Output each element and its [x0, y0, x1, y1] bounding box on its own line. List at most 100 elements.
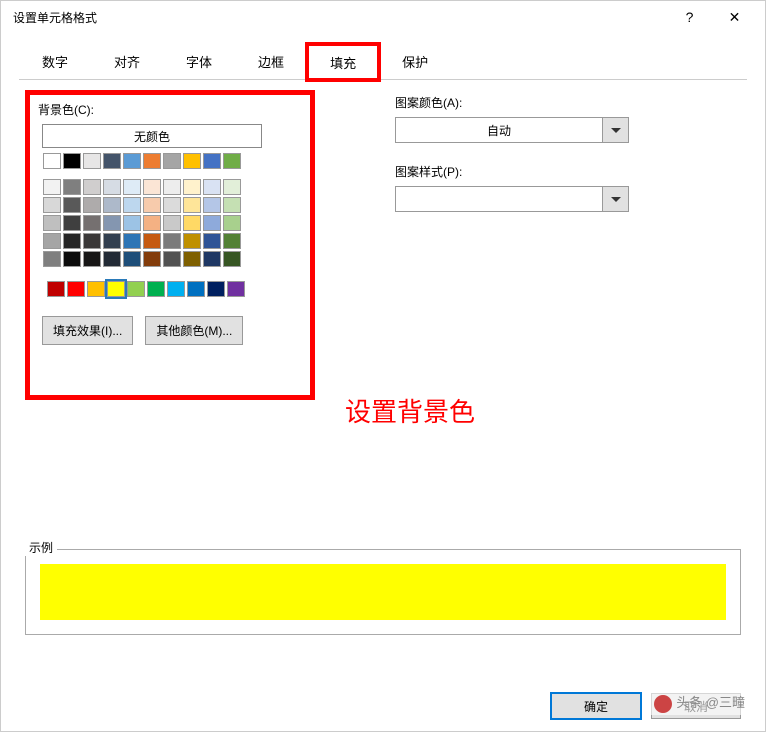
- chevron-down-icon[interactable]: [602, 118, 628, 142]
- color-swatch[interactable]: [83, 251, 101, 267]
- color-swatch[interactable]: [163, 179, 181, 195]
- pattern-color-label: 图案颜色(A):: [395, 94, 741, 111]
- color-swatch[interactable]: [103, 251, 121, 267]
- color-swatch[interactable]: [187, 281, 205, 297]
- color-swatch[interactable]: [63, 215, 81, 231]
- titlebar: 设置单元格格式 ? ✕: [1, 1, 765, 33]
- color-swatch[interactable]: [123, 179, 141, 195]
- color-swatch[interactable]: [163, 251, 181, 267]
- color-swatch[interactable]: [203, 153, 221, 169]
- fill-effects-button[interactable]: 填充效果(I)...: [42, 316, 133, 345]
- color-swatch[interactable]: [223, 215, 241, 231]
- color-swatch[interactable]: [143, 153, 161, 169]
- color-swatch[interactable]: [123, 251, 141, 267]
- color-swatch[interactable]: [63, 153, 81, 169]
- color-swatch[interactable]: [127, 281, 145, 297]
- color-swatch[interactable]: [143, 251, 161, 267]
- chevron-down-icon[interactable]: [602, 187, 628, 211]
- background-color-section: 背景色(C): 无颜色 填充效果(I)... 其他颜色(M)...: [25, 90, 315, 400]
- color-swatch[interactable]: [223, 153, 241, 169]
- color-swatch[interactable]: [147, 281, 165, 297]
- color-swatch[interactable]: [63, 197, 81, 213]
- dialog-body: 背景色(C): 无颜色 填充效果(I)... 其他颜色(M)... 图案颜色(A…: [1, 80, 765, 443]
- color-swatch[interactable]: [103, 179, 121, 195]
- color-palette: [42, 152, 302, 298]
- color-swatch[interactable]: [163, 197, 181, 213]
- color-swatch[interactable]: [63, 179, 81, 195]
- color-swatch[interactable]: [83, 197, 101, 213]
- color-swatch[interactable]: [143, 215, 161, 231]
- sample-label: 示例: [25, 539, 57, 556]
- color-swatch[interactable]: [207, 281, 225, 297]
- color-swatch[interactable]: [163, 153, 181, 169]
- color-swatch[interactable]: [67, 281, 85, 297]
- color-swatch[interactable]: [87, 281, 105, 297]
- color-swatch[interactable]: [123, 153, 141, 169]
- tab-number[interactable]: 数字: [19, 43, 91, 79]
- color-extra-buttons: 填充效果(I)... 其他颜色(M)...: [42, 316, 302, 345]
- color-swatch[interactable]: [203, 215, 221, 231]
- ok-button[interactable]: 确定: [551, 693, 641, 719]
- tab-alignment[interactable]: 对齐: [91, 43, 163, 79]
- left-panel: 背景色(C): 无颜色 填充效果(I)... 其他颜色(M)...: [25, 94, 305, 429]
- color-swatch[interactable]: [103, 197, 121, 213]
- color-swatch[interactable]: [63, 233, 81, 249]
- no-color-button[interactable]: 无颜色: [42, 124, 262, 148]
- color-swatch[interactable]: [227, 281, 245, 297]
- color-swatch[interactable]: [203, 233, 221, 249]
- color-swatch[interactable]: [123, 233, 141, 249]
- color-swatch[interactable]: [183, 179, 201, 195]
- pattern-color-combo[interactable]: 自动: [395, 117, 629, 143]
- color-swatch[interactable]: [43, 233, 61, 249]
- tab-fill[interactable]: 填充: [307, 44, 379, 80]
- color-swatch[interactable]: [43, 197, 61, 213]
- color-swatch[interactable]: [223, 197, 241, 213]
- color-swatch[interactable]: [163, 233, 181, 249]
- color-swatch[interactable]: [163, 215, 181, 231]
- color-swatch[interactable]: [167, 281, 185, 297]
- color-swatch[interactable]: [83, 153, 101, 169]
- color-swatch[interactable]: [183, 233, 201, 249]
- help-button[interactable]: ?: [667, 3, 712, 31]
- color-swatch[interactable]: [203, 251, 221, 267]
- color-swatch[interactable]: [47, 281, 65, 297]
- close-button[interactable]: ✕: [712, 3, 757, 31]
- color-swatch[interactable]: [103, 215, 121, 231]
- avatar-icon: [654, 695, 672, 713]
- color-swatch[interactable]: [143, 233, 161, 249]
- color-swatch[interactable]: [43, 251, 61, 267]
- tab-protection[interactable]: 保护: [379, 43, 451, 79]
- more-colors-button[interactable]: 其他颜色(M)...: [145, 316, 243, 345]
- color-swatch[interactable]: [43, 215, 61, 231]
- color-swatch[interactable]: [107, 281, 125, 297]
- tab-font[interactable]: 字体: [163, 43, 235, 79]
- tab-border[interactable]: 边框: [235, 43, 307, 79]
- color-swatch[interactable]: [183, 197, 201, 213]
- format-cells-dialog: 设置单元格格式 ? ✕ 数字 对齐 字体 边框 填充 保护 背景色(C): 无颜…: [0, 0, 766, 732]
- color-swatch[interactable]: [143, 179, 161, 195]
- color-swatch[interactable]: [83, 233, 101, 249]
- color-swatch[interactable]: [203, 179, 221, 195]
- sample-box: [25, 549, 741, 635]
- color-swatch[interactable]: [223, 251, 241, 267]
- color-swatch[interactable]: [143, 197, 161, 213]
- color-swatch[interactable]: [223, 233, 241, 249]
- color-swatch[interactable]: [183, 215, 201, 231]
- color-swatch[interactable]: [103, 233, 121, 249]
- color-swatch[interactable]: [43, 179, 61, 195]
- color-swatch[interactable]: [203, 197, 221, 213]
- color-swatch[interactable]: [223, 179, 241, 195]
- sample-preview: [40, 564, 726, 620]
- color-swatch[interactable]: [103, 153, 121, 169]
- pattern-style-combo[interactable]: [395, 186, 629, 212]
- color-swatch[interactable]: [183, 153, 201, 169]
- color-swatch[interactable]: [43, 153, 61, 169]
- color-swatch[interactable]: [123, 215, 141, 231]
- color-swatch[interactable]: [83, 215, 101, 231]
- color-swatch[interactable]: [63, 251, 81, 267]
- color-swatch[interactable]: [83, 179, 101, 195]
- color-swatch[interactable]: [123, 197, 141, 213]
- color-swatch[interactable]: [183, 251, 201, 267]
- watermark: 头条 @三疃: [650, 690, 749, 715]
- pattern-style-value: [396, 187, 602, 211]
